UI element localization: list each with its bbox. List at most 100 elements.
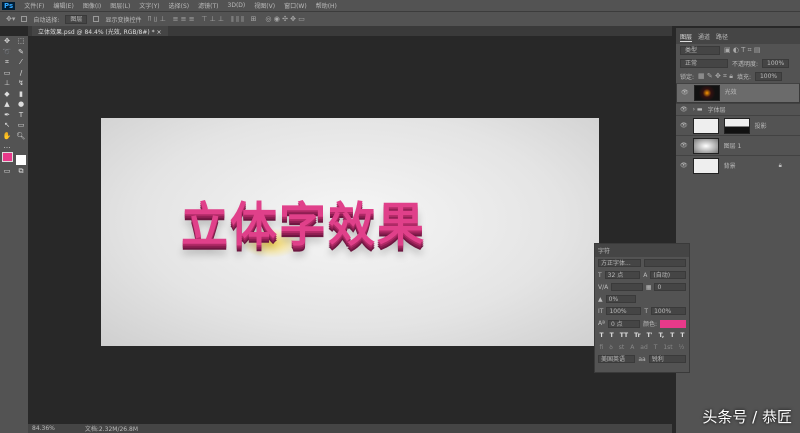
baseline-icon: Aª bbox=[598, 320, 605, 327]
tsume-field[interactable]: 0% bbox=[605, 295, 636, 303]
layer-thumbnail bbox=[692, 117, 719, 134]
vertical-scale-field[interactable]: 100% bbox=[606, 307, 642, 315]
canvas-3d-text: 立体字效果 bbox=[181, 198, 426, 253]
menu-help[interactable]: 帮助(H) bbox=[316, 1, 337, 10]
layer-mask-thumbnail bbox=[723, 117, 750, 134]
layer-group-row[interactable]: 👁︎ › ▬ 字体层 bbox=[676, 103, 800, 115]
layers-panel: 图层 通道 路径 类型 ▣ ◐ T ⌗ ▤ 正常 不透明度: 100% 锁定: ▦ ✎ … bbox=[676, 28, 800, 433]
dodge-tool-icon[interactable]: ● bbox=[18, 100, 24, 108]
stamp-tool-icon[interactable]: ⊥ bbox=[4, 79, 10, 87]
menu-layer[interactable]: 图层(L) bbox=[110, 1, 130, 10]
eye-icon[interactable]: 👁︎ bbox=[680, 106, 688, 113]
layer-row[interactable]: 👁︎ 投影 bbox=[676, 115, 800, 135]
lasso-tool-icon[interactable]: ➰ bbox=[3, 48, 12, 56]
options-bar: ✥▾ 自动选择: 图层 显示变换控件 ⫪ ⫫ ⊥ ≡ ≡ ≡ ⊤ ⊥ ⊥ ⫴ ⫴… bbox=[0, 11, 800, 26]
document-tab[interactable]: 立体效果.psd @ 84.4% (光效, RGB/8#) * × bbox=[32, 26, 168, 36]
more-tools-icon[interactable]: … bbox=[4, 142, 11, 150]
opentype-buttons[interactable]: fi ꝺ st Aad T 1st ½ bbox=[595, 341, 689, 353]
eye-icon[interactable]: 👁︎ bbox=[680, 122, 688, 129]
blur-tool-icon[interactable]: ▲ bbox=[4, 100, 9, 108]
font-family-field[interactable]: 方正字体... bbox=[598, 259, 641, 267]
layer-row[interactable]: 👁︎ 图层 1 bbox=[676, 135, 800, 155]
tab-channels[interactable]: 通道 bbox=[698, 32, 710, 42]
menu-window[interactable]: 窗口(W) bbox=[284, 1, 307, 10]
tab-paths[interactable]: 路径 bbox=[716, 32, 728, 42]
eye-icon[interactable]: 👁︎ bbox=[680, 162, 688, 169]
language-dropdown[interactable]: 美国英语 bbox=[598, 355, 636, 363]
background-color[interactable] bbox=[16, 154, 26, 165]
zoom-tool-icon[interactable]: 🔍︎ bbox=[17, 132, 26, 140]
crop-tool-icon[interactable]: ⌗ bbox=[5, 58, 9, 67]
kerning-field[interactable] bbox=[611, 283, 643, 291]
document-tab-title: 立体效果.psd @ 84.4% (光效, RGB/8#) * bbox=[38, 29, 155, 36]
lock-label: 锁定: bbox=[680, 74, 695, 81]
layer-thumbnail bbox=[692, 157, 719, 174]
auto-select-checkbox[interactable] bbox=[21, 16, 28, 22]
watermark: 头条号 / 恭匠 bbox=[702, 408, 792, 426]
healing-brush-icon[interactable]: ▭ bbox=[4, 69, 11, 77]
antialias-dropdown[interactable]: 锐利 bbox=[648, 355, 687, 363]
kerning-label: V/A bbox=[598, 283, 609, 291]
menu-file[interactable]: 文件(F) bbox=[24, 1, 44, 10]
shape-tool-icon[interactable]: ▭ bbox=[18, 121, 25, 129]
screen-mode-icon[interactable]: ⧉ bbox=[19, 167, 24, 176]
gradient-tool-icon[interactable]: ▮ bbox=[19, 90, 23, 98]
foreground-color[interactable] bbox=[1, 151, 13, 162]
move-tool-icon[interactable]: ✥ bbox=[4, 37, 10, 45]
layer-filter-dropdown[interactable]: 类型 bbox=[680, 46, 720, 55]
color-swatch[interactable] bbox=[659, 319, 686, 328]
leading-field[interactable]: (自动) bbox=[650, 271, 686, 279]
quick-mask-icon[interactable]: ▭ bbox=[4, 167, 11, 175]
layer-thumbnail bbox=[692, 137, 719, 154]
show-transform-checkbox[interactable] bbox=[93, 16, 100, 22]
menu-edit[interactable]: 编辑(E) bbox=[53, 1, 73, 10]
aa-label: aa bbox=[638, 355, 646, 363]
menu-filter[interactable]: 滤镜(T) bbox=[198, 1, 218, 10]
character-panel-title: 字符 bbox=[598, 248, 611, 255]
vscale-icon: IT bbox=[598, 307, 604, 315]
menu-select[interactable]: 选择(S) bbox=[169, 1, 190, 10]
eye-icon[interactable]: 👁︎ bbox=[681, 89, 689, 97]
layer-name: 投影 bbox=[754, 123, 767, 130]
blend-mode-dropdown[interactable]: 正常 bbox=[680, 59, 728, 68]
eye-icon[interactable]: 👁︎ bbox=[680, 142, 688, 149]
type-tool-icon[interactable]: T bbox=[19, 111, 23, 119]
layer-row[interactable]: 👁︎ 背景 🔒︎ bbox=[676, 155, 800, 175]
move-tool-icon[interactable]: ✥▾ bbox=[6, 15, 15, 23]
eraser-tool-icon[interactable]: ◆ bbox=[4, 90, 9, 98]
font-size-field[interactable]: 32 点 bbox=[604, 271, 641, 279]
horizontal-scale-field[interactable]: 100% bbox=[651, 307, 687, 315]
history-brush-icon[interactable]: ↯ bbox=[18, 79, 24, 87]
auto-select-label: 自动选择: bbox=[33, 16, 60, 24]
document-canvas[interactable]: 立体字效果 bbox=[101, 118, 599, 346]
lock-icons[interactable]: ▦ ✎ ✥ ⌗ 🔒︎ bbox=[698, 72, 733, 81]
hscale-icon: T bbox=[644, 307, 649, 315]
menu-view[interactable]: 视图(V) bbox=[254, 1, 275, 10]
text-style-buttons[interactable]: T T TT Tr T' T, T T bbox=[595, 330, 689, 341]
eyedropper-icon[interactable]: ⁄ bbox=[20, 58, 21, 66]
auto-select-dropdown[interactable]: 图层 bbox=[65, 14, 88, 24]
fill-field[interactable]: 100% bbox=[754, 72, 783, 81]
leading-icon: A bbox=[643, 271, 648, 279]
font-style-field[interactable] bbox=[643, 259, 686, 267]
align-icons[interactable]: ⫪ ⫫ ⊥ ≡ ≡ ≡ ⊤ ⊥ ⊥ ⫴ ⫴ ⫴ ⊞ ◎ ◉ ✣ ✥ ▭ bbox=[147, 15, 304, 24]
marquee-tool-icon[interactable]: ⬚ bbox=[18, 37, 25, 45]
opacity-field[interactable]: 100% bbox=[762, 59, 790, 68]
layer-row[interactable]: 👁︎ 光效 bbox=[676, 83, 800, 103]
zoom-level[interactable]: 84.36% bbox=[32, 425, 55, 432]
path-select-icon[interactable]: ↖ bbox=[4, 121, 10, 129]
quick-select-icon[interactable]: ✎ bbox=[18, 48, 24, 56]
toolbox: ✥ ⬚ ➰ ✎ ⌗ ⁄ ▭ / ⊥ ↯ ◆ ▮ ▲ ● ✒ T ↖ ▭ ✋ 🔍︎ … ▭ ⧉ bbox=[0, 36, 28, 196]
opacity-label: 不透明度: bbox=[732, 61, 759, 68]
menu-3d[interactable]: 3D(D) bbox=[228, 2, 246, 9]
tracking-field[interactable]: 0 bbox=[654, 283, 686, 291]
menu-image[interactable]: 图像(I) bbox=[83, 1, 101, 10]
filter-icons[interactable]: ▣ ◐ T ⌗ ▤ bbox=[724, 46, 760, 55]
character-panel: 字符 方正字体... T 32 点 A (自动) V/A ▦ 0 ▲ 0% IT 100% T 1… bbox=[594, 243, 690, 373]
menu-type[interactable]: 文字(Y) bbox=[139, 1, 159, 10]
brush-tool-icon[interactable]: / bbox=[20, 69, 22, 77]
tab-layers[interactable]: 图层 bbox=[680, 32, 693, 42]
pen-tool-icon[interactable]: ✒ bbox=[4, 111, 10, 119]
baseline-field[interactable]: 0 点 bbox=[607, 319, 640, 328]
hand-tool-icon[interactable]: ✋ bbox=[3, 132, 12, 140]
